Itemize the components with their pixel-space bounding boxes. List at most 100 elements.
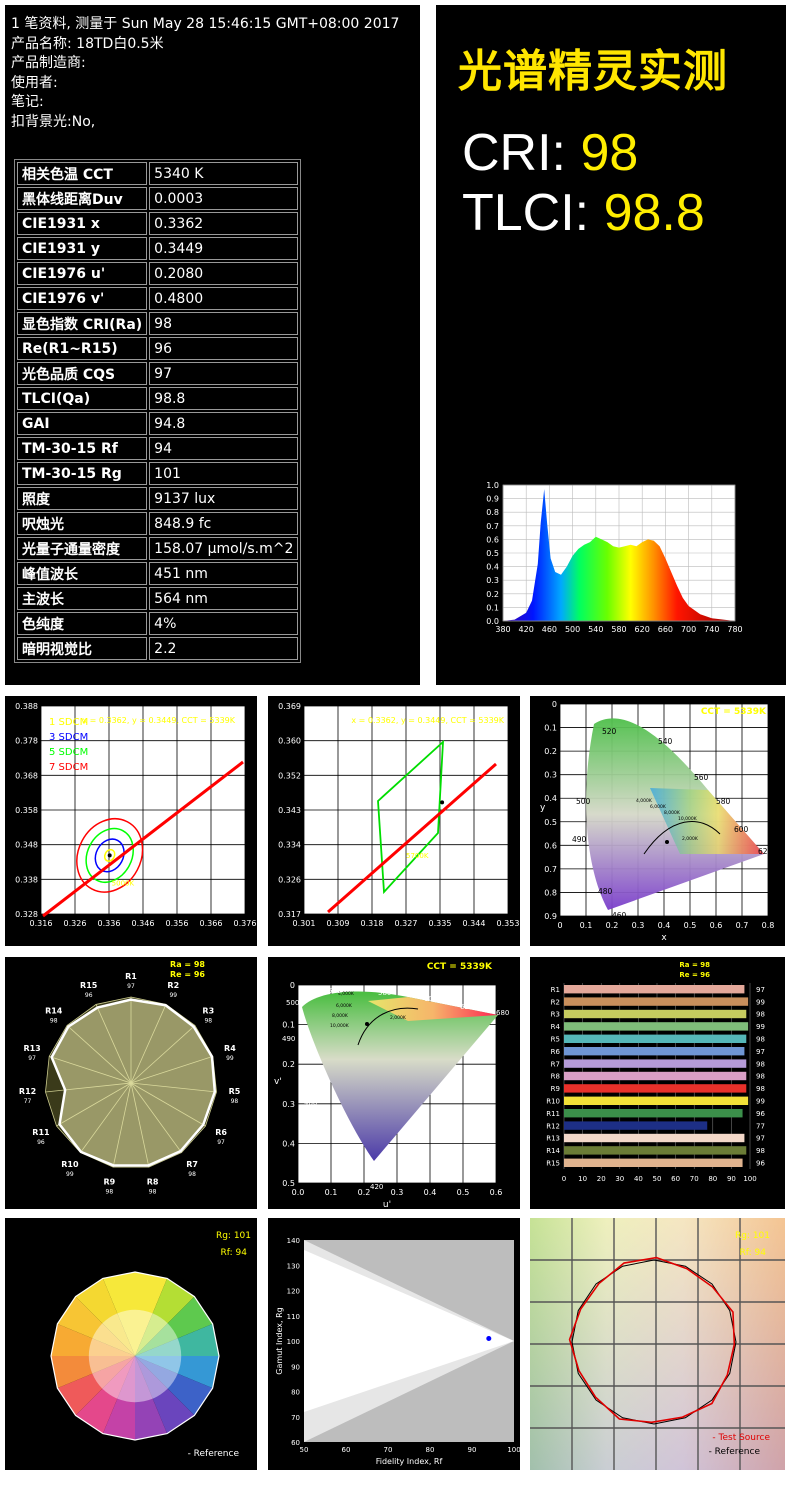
cie31-wavelength: 700	[769, 859, 784, 868]
cie31-cct-mark: 8,000K	[664, 810, 681, 816]
vector-rg-label: Rg: 101	[735, 1231, 770, 1241]
cie76-wavelength: 500	[286, 999, 299, 1007]
cri-bars-panel: 0 10 20 30 40 50 60 70 80 90 100 R1 97 R2 99 R3 98 R4 99 R5…	[530, 957, 785, 1209]
cie76-cct-mark: 8,000K	[332, 1013, 349, 1019]
bars-value-label: 98	[756, 1060, 765, 1068]
property-label: 照度	[17, 487, 148, 510]
radar-value-label: 77	[24, 1098, 32, 1105]
bars-xtick: 90	[727, 1175, 736, 1183]
spectrum-xtick: 780	[727, 625, 742, 634]
sdcm-ytick: 0.328	[15, 910, 38, 919]
property-row: 光色品质 CQS 97	[17, 362, 299, 385]
radar-value-label: 99	[226, 1055, 234, 1062]
property-row: 暗明视觉比 2.2	[17, 637, 299, 660]
bars-value-label: 98	[756, 1073, 765, 1081]
rfrg-ytick: 100	[287, 1338, 300, 1346]
cie76-wavelength: 580	[378, 989, 391, 997]
radar-panel: R1 97 R2 99 R3 98 R4 99 R5 98 R6 97 R7 98 R8 98 R9 98 R10 9…	[5, 957, 257, 1209]
property-row: CIE1976 u' 0.2080	[17, 262, 299, 285]
cie31-ytick: 0.8	[544, 888, 557, 897]
property-label: 相关色温 CCT	[17, 162, 148, 185]
property-label: 色纯度	[17, 612, 148, 635]
ansi-readout: x = 0.3362, y = 0.3449, CCT = 5339K	[351, 716, 504, 725]
tlci-value: 98.8	[603, 184, 705, 242]
bars-bar	[564, 1084, 747, 1093]
rfrg-ytick: 130	[287, 1262, 300, 1270]
property-label: TLCI(Qa)	[17, 387, 148, 410]
bars-category-label: R1	[551, 986, 560, 994]
bars-bar	[564, 1071, 747, 1081]
spectrum-ytick: 0.4	[486, 563, 499, 572]
cie76-wavelength: 460	[340, 1135, 353, 1143]
radar-category-label: R3	[202, 1006, 214, 1015]
cie31-ytick: 0.3	[544, 771, 557, 780]
rfrg-xlabel: Fidelity Index, Rf	[376, 1457, 443, 1466]
bars-category-label: R4	[551, 1023, 561, 1031]
radar-category-label: R12	[19, 1087, 36, 1096]
tm30-vector-panel: Rg: 101 Rf: 94 - Test Source - Reference	[530, 1218, 785, 1470]
cie31-wavelength: 380	[652, 915, 667, 924]
radar-value-label: 99	[169, 992, 177, 999]
ansi-panel: 0.301 0.309 0.318 0.327 0.335 0.344 0.353 0.369…	[268, 696, 520, 946]
property-value: 0.0003	[149, 187, 299, 210]
cie76-wavelength: 680	[496, 1009, 509, 1017]
ansi-xtick: 0.318	[361, 919, 384, 928]
wheel-rf-label: Rf: 94	[221, 1248, 248, 1258]
cie76-wavelength: 600	[424, 995, 437, 1003]
radar-value-label: 98	[106, 1189, 114, 1196]
bars-re-label: Re = 96	[679, 971, 710, 979]
cie31-xtick: 0.3	[632, 921, 645, 930]
notes: 笔记:	[11, 94, 44, 110]
property-label: GAI	[17, 412, 148, 435]
bars-category-label: R13	[546, 1135, 560, 1143]
tm30-vector-chart: Rg: 101 Rf: 94 - Test Source - Reference	[530, 1218, 785, 1470]
rfrg-ytick: 140	[287, 1237, 300, 1245]
ansi-xtick: 0.327	[395, 919, 418, 928]
cie31-cct-readout: CCT = 5339K	[701, 707, 767, 717]
spectrum-ytick: 0.8	[486, 508, 499, 517]
property-value: 96	[149, 337, 299, 360]
bars-bar	[564, 1059, 747, 1068]
cie76-ytick: 0	[290, 981, 295, 990]
property-label: 呎烛光	[17, 512, 148, 535]
sdcm-ytick: 0.388	[15, 702, 38, 711]
property-row: 峰值波长 451 nm	[17, 562, 299, 585]
bars-bar	[564, 1022, 749, 1031]
bars-category-label: R7	[551, 1060, 560, 1068]
cie76-cct-mark: 10,000K	[330, 1023, 350, 1029]
sdcm-xtick: 0.316	[30, 919, 53, 928]
property-row: 光量子通量密度 158.07 μmol/s.m^2	[17, 537, 299, 560]
property-row: 相关色温 CCT 5340 K	[17, 162, 299, 185]
rfrg-ytick: 120	[287, 1288, 300, 1296]
property-label: CIE1931 x	[17, 212, 148, 235]
bars-category-label: R3	[551, 1011, 560, 1019]
bars-value-label: 97	[756, 986, 765, 994]
bars-value-label: 98	[756, 1147, 765, 1155]
cri-metric: CRI: 98	[462, 123, 638, 183]
bars-xtick: 80	[708, 1175, 717, 1183]
sdcm-legend-item: 7 SDCM	[49, 762, 88, 773]
cie31-xtick: 0.1	[580, 921, 593, 930]
sdcm-xtick: 0.356	[166, 919, 189, 928]
tlci-metric: TLCI: 98.8	[462, 183, 705, 243]
bars-category-label: R6	[551, 1048, 561, 1056]
cie1976-chart: 0.0 0.1 0.2 0.3 0.4 0.5 0.600.10.20.30.40.54,0…	[274, 962, 509, 1209]
cri-radar-chart: R1 97 R2 99 R3 98 R4 99 R5 98 R6 97 R7 98 R8 98 R9 98 R10 9…	[19, 960, 241, 1196]
rf-rg-panel: 50 60 70 80 90 100 60 70 80 90 100 110 120 130 140 Fide…	[268, 1218, 520, 1470]
sdcm-xtick: 0.336	[98, 919, 121, 928]
vector-legend-test: - Test Source	[712, 1433, 770, 1443]
cie31-cct-mark: 2,000K	[682, 836, 699, 842]
property-value: 4%	[149, 612, 299, 635]
spectrum-xtick: 740	[704, 625, 719, 634]
property-row: CIE1931 y 0.3449	[17, 237, 299, 260]
bars-bar	[564, 1034, 747, 1043]
ansi-xtick: 0.309	[327, 919, 350, 928]
bars-bar	[564, 1121, 708, 1130]
rfrg-ylabel: Gamut Index, Rg	[275, 1307, 284, 1374]
cie76-xtick: 0.5	[457, 1188, 470, 1197]
property-value: 94.8	[149, 412, 299, 435]
radar-category-label: R1	[125, 972, 137, 981]
cie76-wavelength: 490	[282, 1035, 295, 1043]
bars-xtick: 30	[615, 1175, 624, 1183]
bars-category-label: R11	[546, 1110, 560, 1118]
